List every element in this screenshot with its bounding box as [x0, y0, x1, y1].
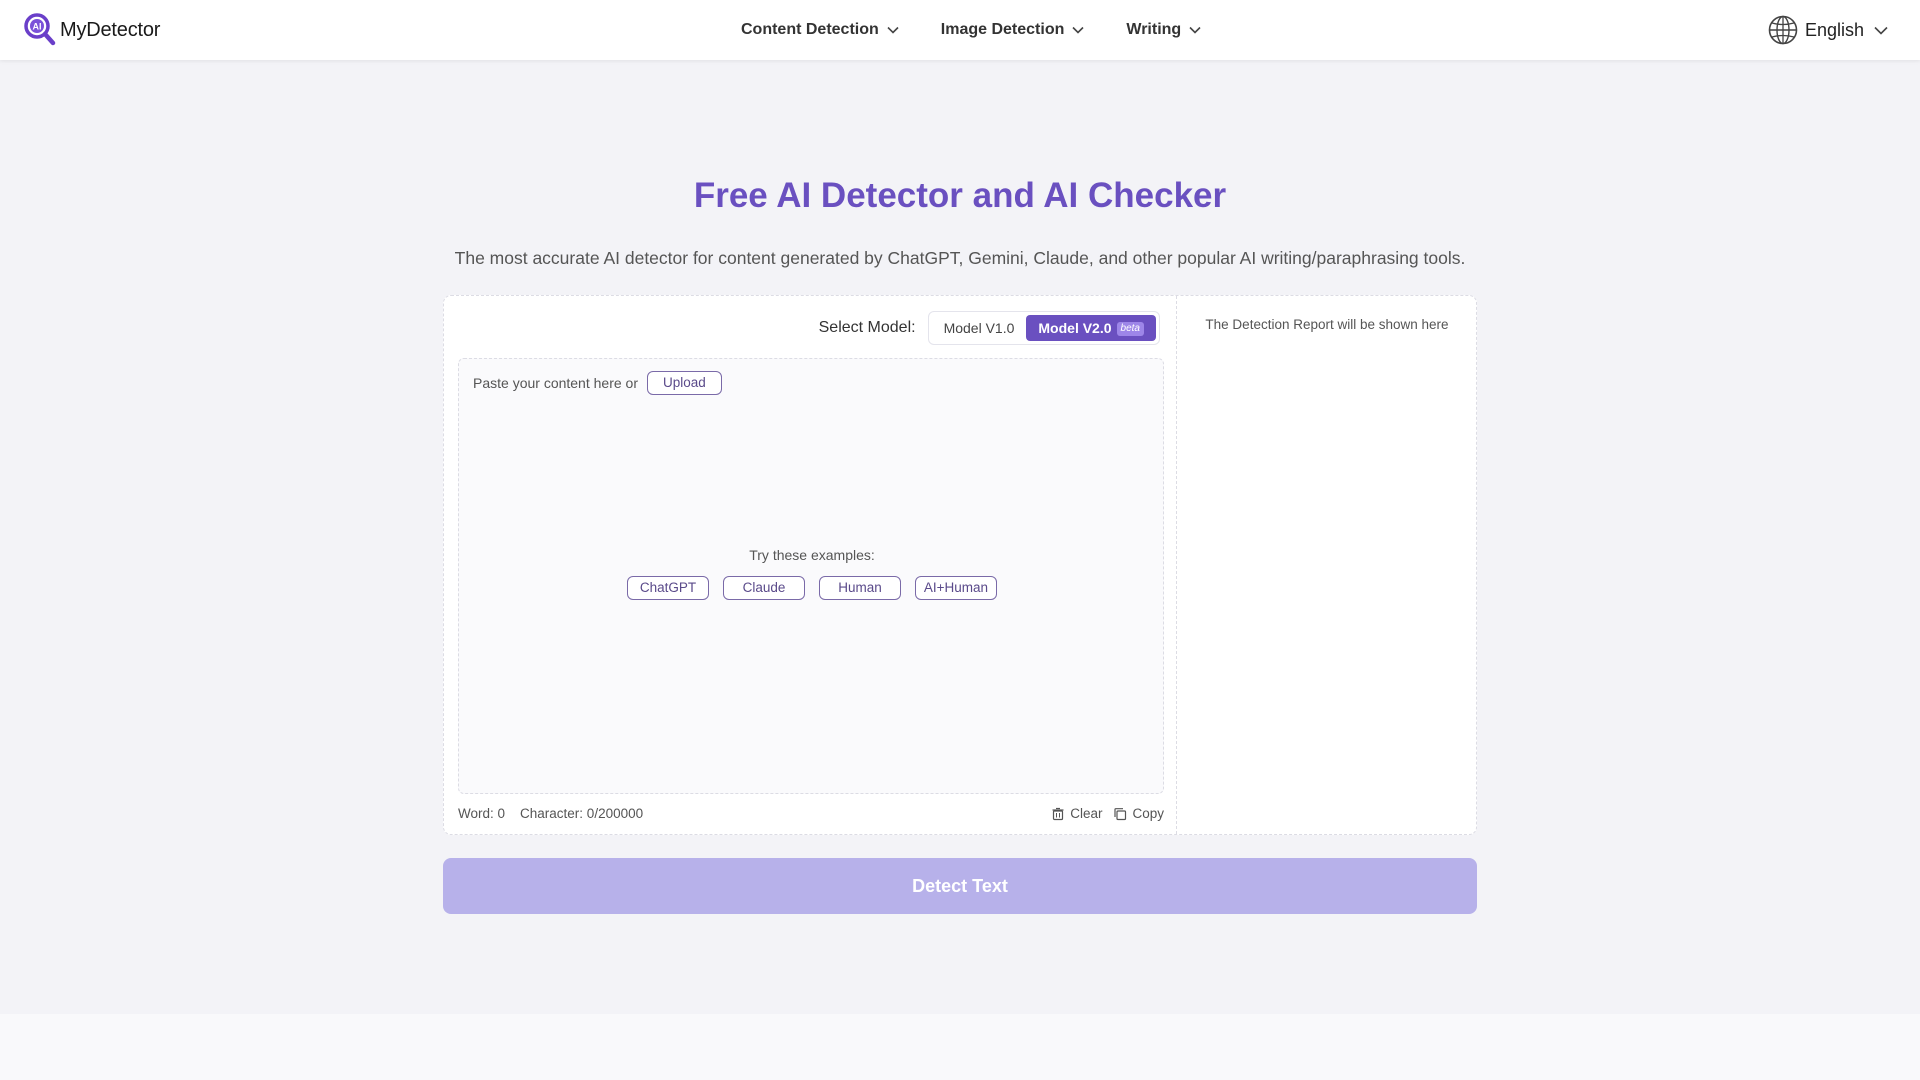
editor-actions: Clear Copy — [1051, 806, 1164, 821]
clear-button[interactable]: Clear — [1051, 806, 1102, 821]
chevron-down-icon — [1874, 26, 1888, 35]
chevron-down-icon — [1072, 26, 1084, 34]
svg-text:AI: AI — [33, 22, 42, 32]
counts: Word: 0 Character: 0/200000 — [458, 806, 643, 821]
word-count: Word: 0 — [458, 806, 506, 821]
content-textarea[interactable]: Paste your content here or Upload Try th… — [458, 358, 1164, 794]
model-option-label: Model V1.0 — [943, 320, 1015, 336]
report-panel: The Detection Report will be shown here — [1177, 296, 1477, 834]
detector-card: Select Model: Model V1.0 Model V2.0 beta … — [443, 295, 1477, 835]
clear-label: Clear — [1070, 806, 1103, 821]
nav-label: Image Detection — [940, 21, 1065, 38]
ai-magnifier-logo-icon: AI — [24, 13, 56, 46]
language-label: English — [1804, 19, 1864, 40]
nav-writing[interactable]: Writing — [1126, 21, 1201, 39]
example-buttons: ChatGPT Claude Human AI+Human — [459, 576, 1165, 600]
logo-text: MyDetector — [60, 18, 161, 41]
globe-icon — [1768, 15, 1798, 45]
upload-button[interactable]: Upload — [647, 371, 722, 395]
model-option-label: Model V2.0 — [1038, 320, 1112, 336]
example-human-button[interactable]: Human — [819, 576, 901, 600]
model-selector: Select Model: Model V1.0 Model V2.0 beta — [819, 311, 1160, 345]
copy-label: Copy — [1132, 806, 1164, 821]
logo[interactable]: AI MyDetector — [24, 13, 160, 47]
examples-label: Try these examples: — [749, 547, 875, 563]
input-panel: Select Model: Model V1.0 Model V2.0 beta … — [444, 296, 1177, 834]
trash-icon — [1052, 807, 1064, 820]
chevron-down-icon — [1189, 26, 1201, 34]
nav-image-detection[interactable]: Image Detection — [941, 21, 1085, 39]
copy-button[interactable]: Copy — [1113, 806, 1164, 821]
nav-content-detection[interactable]: Content Detection — [741, 21, 899, 39]
beta-badge: beta — [1116, 322, 1144, 337]
model-label: Select Model: — [818, 319, 916, 336]
top-nav-bar: AI MyDetector Content Detection Image De… — [0, 0, 1920, 60]
paste-prompt: Paste your content here or Upload — [473, 371, 722, 395]
character-count: Character: 0/200000 — [520, 806, 644, 821]
chevron-down-icon — [887, 26, 899, 34]
model-toggle: Model V1.0 Model V2.0 beta — [927, 311, 1160, 345]
model-v1-button[interactable]: Model V1.0 — [932, 315, 1027, 341]
paste-label: Paste your content here or — [473, 375, 638, 391]
model-v2-button[interactable]: Model V2.0 beta — [1026, 315, 1156, 341]
page-subtitle: The most accurate AI detector for conten… — [454, 248, 1466, 268]
language-selector[interactable]: English — [1767, 14, 1888, 46]
example-claude-button[interactable]: Claude — [723, 576, 805, 600]
example-chatgpt-button[interactable]: ChatGPT — [627, 576, 709, 600]
main-nav: Content Detection Image Detection Writin… — [741, 0, 1243, 60]
nav-label: Writing — [1126, 21, 1182, 38]
examples-section: Try these examples: ChatGPT Claude Human… — [459, 547, 1165, 600]
nav-label: Content Detection — [741, 21, 879, 38]
detect-text-button[interactable]: Detect Text — [443, 858, 1477, 914]
report-placeholder: The Detection Report will be shown here — [1205, 317, 1449, 332]
page-title: Free AI Detector and AI Checker — [693, 176, 1227, 215]
page-bottom-section — [0, 1014, 1920, 1080]
copy-icon — [1114, 807, 1127, 820]
example-ai-human-button[interactable]: AI+Human — [915, 576, 997, 600]
